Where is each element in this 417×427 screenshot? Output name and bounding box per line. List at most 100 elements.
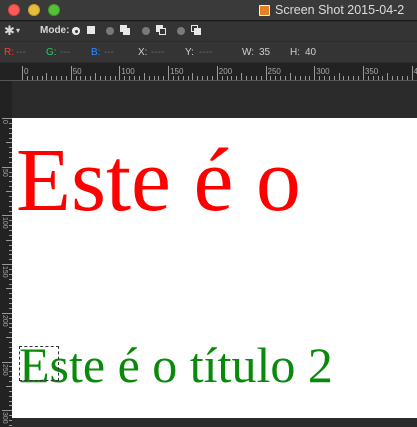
width-value: 35 (259, 47, 271, 58)
ruler-tick (250, 76, 252, 80)
document-icon (259, 5, 270, 16)
ruler-tick (2, 215, 12, 217)
canvas-margin (12, 82, 417, 118)
ruler-tick (304, 76, 306, 80)
ruler-tick (299, 76, 301, 80)
ruler-tick (255, 76, 257, 80)
ruler-tick (382, 76, 384, 80)
ruler-tick (353, 76, 355, 80)
ruler-label: 200 (218, 67, 233, 76)
ruler-label: 50 (1, 168, 8, 177)
subtract-mode-icon[interactable] (156, 25, 167, 36)
ruler-tick (134, 76, 135, 80)
ruler-tick (65, 76, 67, 80)
mode-intersect-radio[interactable] (177, 27, 185, 35)
ruler-tick (114, 76, 116, 80)
ruler-tick (2, 118, 12, 119)
ruler-tick (46, 73, 48, 80)
ruler-tick (143, 73, 145, 80)
rect-mode-icon[interactable] (86, 25, 97, 36)
ruler-tick (202, 76, 204, 80)
ruler-tick (319, 76, 321, 80)
ruler-tick (187, 76, 189, 80)
ruler-label: 300 (316, 67, 330, 76)
ruler-tick (323, 76, 325, 80)
union-mode-icon[interactable] (120, 25, 131, 36)
toolbar: ✱ ▾ Mode: (0, 22, 417, 41)
ruler-tick (348, 76, 350, 80)
ruler-label: 250 (1, 363, 8, 376)
image-canvas[interactable]: Este é o Este é o título 2 (12, 118, 417, 418)
ruler-tick (377, 76, 379, 80)
ruler-tick (221, 76, 223, 80)
ruler-tick (309, 76, 311, 80)
ruler-tick (343, 76, 345, 80)
mode-rect-radio[interactable] (72, 27, 80, 35)
ruler-tick (36, 76, 38, 80)
mode-union-radio[interactable] (106, 27, 114, 35)
ruler-label: 250 (267, 67, 281, 76)
ruler-tick (2, 410, 12, 412)
ruler-tick (2, 312, 12, 314)
ruler-tick (119, 66, 121, 80)
ruler-tick (372, 76, 374, 80)
ruler-tick (294, 76, 296, 80)
x-value: ---- (151, 47, 165, 58)
ruler-tick (153, 76, 155, 80)
ruler-tick (138, 76, 140, 80)
ruler-tick (70, 66, 72, 80)
heading-1-text: Este é o (16, 131, 301, 230)
y-label: Y: (185, 47, 194, 58)
ruler-tick (411, 66, 413, 80)
mode-subtract-radio[interactable] (142, 27, 150, 35)
ruler-label: 100 (1, 217, 8, 230)
ruler-tick (31, 76, 33, 80)
ruler-tick (148, 76, 150, 80)
ruler-tick (2, 361, 12, 363)
horizontal-ruler[interactable]: 0 50 100 150 200 250 300 350 40 (0, 63, 417, 81)
ruler-tick (56, 76, 58, 80)
ruler-tick (2, 264, 12, 266)
ruler-tick (406, 76, 408, 80)
ruler-label: 0 (24, 67, 29, 76)
ruler-tick (285, 76, 286, 80)
gear-icon[interactable]: ✱ (4, 23, 15, 39)
ruler-tick (41, 76, 43, 80)
selection-marquee[interactable] (19, 346, 59, 381)
minimize-window-button[interactable] (28, 4, 40, 16)
ruler-tick (90, 76, 92, 80)
green-value: --- (60, 47, 70, 58)
ruler-tick (197, 76, 199, 80)
height-label: H: (290, 47, 300, 58)
ruler-tick (333, 76, 335, 80)
vertical-ruler[interactable]: 0 50 100 150 200 250 300 (0, 81, 12, 427)
ruler-label: 100 (121, 67, 135, 76)
ruler-tick (129, 76, 131, 80)
ruler-tick (158, 76, 160, 80)
blue-value: --- (104, 47, 114, 58)
ruler-tick (216, 66, 218, 80)
green-label: G: (46, 47, 57, 58)
ruler-tick (95, 73, 96, 80)
ruler-tick (163, 76, 165, 80)
ruler-label: 0 (1, 120, 8, 124)
intersect-mode-icon[interactable] (191, 25, 202, 36)
mode-label: Mode: (40, 25, 70, 36)
ruler-tick (207, 76, 209, 80)
zoom-window-button[interactable] (48, 4, 60, 16)
ruler-tick (226, 76, 228, 80)
ruler-tick (182, 76, 184, 80)
red-value: --- (16, 47, 26, 58)
chevron-down-icon[interactable]: ▾ (16, 26, 20, 35)
close-window-button[interactable] (8, 4, 20, 16)
ruler-tick (177, 76, 179, 80)
ruler-label: 40 (413, 67, 417, 76)
width-label: W: (242, 47, 255, 58)
heading-2-text: Este é o título 2 (19, 337, 333, 393)
x-label: X: (138, 47, 148, 58)
ruler-tick (246, 76, 247, 80)
ruler-tick (397, 76, 398, 80)
title-bar: Screen Shot 2015-04-2 (0, 0, 417, 21)
ruler-label: 150 (1, 266, 8, 278)
ruler-tick (387, 73, 389, 80)
